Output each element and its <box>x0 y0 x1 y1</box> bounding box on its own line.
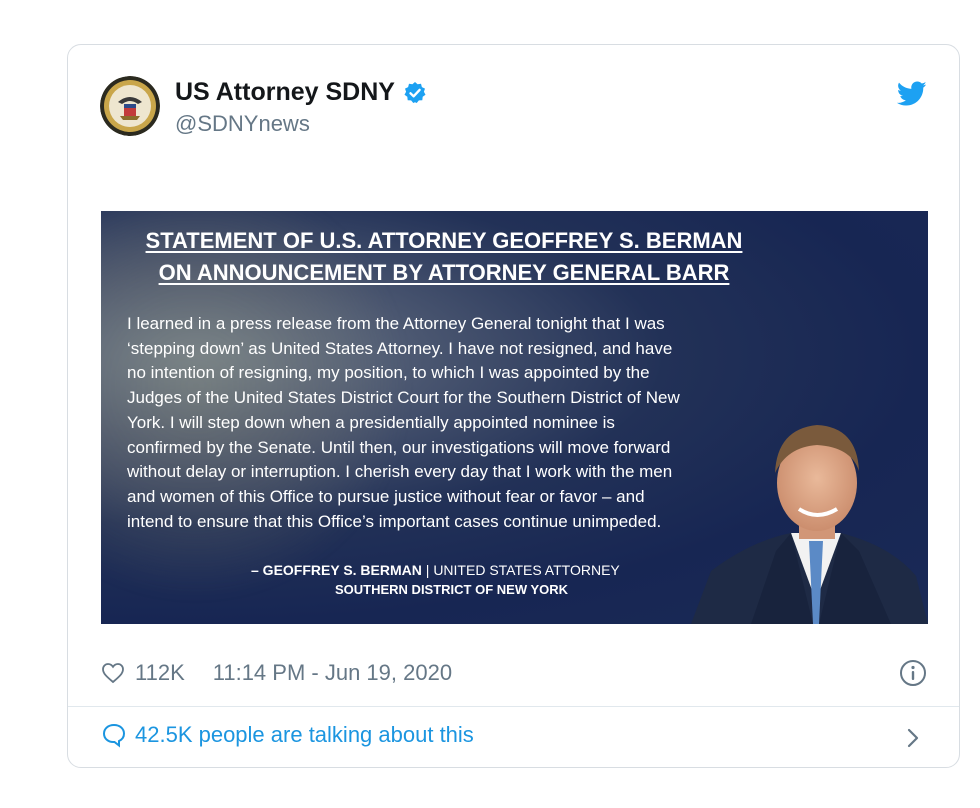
statement-title-line: ON ANNOUNCEMENT BY ATTORNEY GENERAL BARR <box>158 260 730 285</box>
chevron-right-icon[interactable] <box>904 726 922 750</box>
statement-line: Judges of the United States District Cou… <box>127 388 680 408</box>
tweet-actions: 112K 11:14 PM - Jun 19, 2020 <box>101 657 452 689</box>
statement-image[interactable]: STATEMENT OF U.S. ATTORNEY GEOFFREY S. B… <box>101 211 928 624</box>
statement-line: no intention of resigning, my position, … <box>127 363 650 383</box>
portrait-photo <box>691 425 928 624</box>
statement-title-line: STATEMENT OF U.S. ATTORNEY GEOFFREY S. B… <box>145 228 743 253</box>
doj-seal-icon <box>100 76 160 136</box>
divider <box>68 706 959 707</box>
statement-body: I learned in a press release from the At… <box>127 312 767 534</box>
statement-line: confirmed by the Senate. Until then, our… <box>127 437 671 457</box>
author-name[interactable]: US Attorney SDNY <box>175 78 395 107</box>
statement-line: without delay or interruption. I cherish… <box>127 462 673 482</box>
info-icon[interactable] <box>899 659 927 687</box>
statement-line: York. I will step down when a presidenti… <box>127 412 615 432</box>
signature-office: SOUTHERN DISTRICT OF NEW YORK <box>335 582 569 597</box>
speech-bubble-icon <box>102 723 126 748</box>
signature-name: – GEOFFREY S. BERMAN <box>251 562 422 578</box>
author-handle[interactable]: @SDNYnews <box>175 111 310 137</box>
statement-title: STATEMENT OF U.S. ATTORNEY GEOFFREY S. B… <box>101 225 787 289</box>
conversation-link[interactable]: 42.5K people are talking about this <box>101 722 474 748</box>
signature-separator: | <box>425 562 430 578</box>
statement-line: ‘stepping down’ as United States Attorne… <box>127 338 673 358</box>
author-name-row[interactable]: US Attorney SDNY <box>175 78 427 107</box>
heart-icon[interactable] <box>101 661 125 685</box>
like-count[interactable]: 112K <box>135 660 185 686</box>
signature-title: UNITED STATES ATTORNEY <box>433 562 620 578</box>
avatar[interactable] <box>100 76 160 136</box>
statement-line: and women of this Office to pursue justi… <box>127 486 645 506</box>
signature-line: – GEOFFREY S. BERMAN | UNITED STATES ATT… <box>251 562 620 578</box>
verified-badge-icon <box>404 81 426 103</box>
statement-line: intend to ensure that this Office’s impo… <box>127 511 662 531</box>
tweet-timestamp[interactable]: 11:14 PM - Jun 19, 2020 <box>213 660 452 686</box>
twitter-bird-icon[interactable] <box>897 81 927 107</box>
statement-line: I learned in a press release from the At… <box>127 314 665 333</box>
conversation-text[interactable]: 42.5K people are talking about this <box>135 722 474 748</box>
